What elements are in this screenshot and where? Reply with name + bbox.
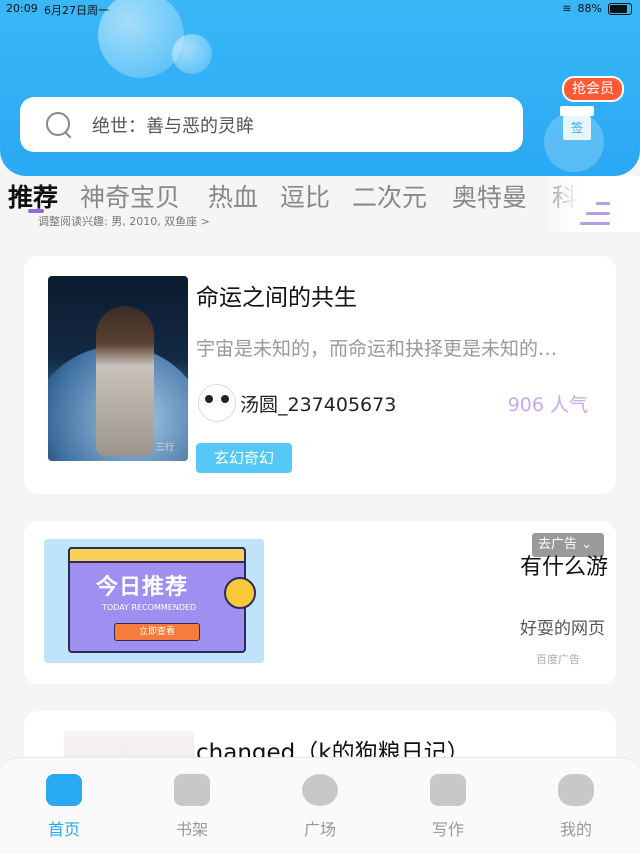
planet-icon [302, 774, 338, 806]
ad-headline: 有什么游 [520, 555, 609, 580]
ad-card[interactable]: 今日推荐 TODAY RECOMMENDED 立即查看 [24, 521, 616, 684]
nav-profile[interactable]: 我的 [536, 774, 616, 840]
checkin-label: 签 [563, 116, 591, 140]
ad-source: 百度广告 [536, 653, 580, 666]
nav-label: 广场 [303, 820, 336, 839]
category-tabs: 推荐 神奇宝贝 热血 逗比 二次元 奥特曼 科幻 冬 [0, 178, 640, 214]
decor-bubble-small [172, 34, 212, 74]
status-date: 6月27日周一 [44, 4, 109, 17]
ad-image-subtitle: TODAY RECOMMENDED [102, 603, 197, 612]
book-title: 命运之间的共生 [196, 285, 357, 311]
ad-image-title: 今日推荐 [96, 575, 189, 600]
nav-label: 写作 [431, 820, 464, 839]
author-avatar [198, 384, 236, 422]
bookshelf-icon [174, 774, 210, 806]
nav-square[interactable]: 广场 [280, 774, 360, 840]
nav-label: 首页 [47, 820, 80, 839]
vip-badge[interactable]: 抢会员 [562, 76, 624, 102]
book-cover: 三行 [48, 276, 188, 461]
ad-description: 好耍的网页 [520, 619, 605, 639]
nav-home[interactable]: 首页 [24, 774, 104, 840]
nav-label: 我的 [559, 820, 592, 839]
status-right: ≋ 88% [562, 2, 632, 15]
tab-funny[interactable]: 逗比 [280, 178, 330, 214]
book-description: 宇宙是未知的，而命运和抉择更是未知的… [196, 338, 558, 360]
tab-ultraman[interactable]: 奥特曼 [452, 178, 527, 214]
tab-anime[interactable]: 二次元 [352, 178, 427, 214]
category-menu-icon[interactable] [578, 198, 610, 232]
chat-bubble-icon [558, 774, 594, 806]
pen-icon [430, 774, 466, 806]
nav-label: 书架 [175, 820, 208, 839]
home-icon [46, 774, 82, 806]
cover-signature: 三行 [155, 443, 174, 453]
planet-icon [224, 577, 256, 609]
tab-pokemon[interactable]: 神奇宝贝 [80, 178, 180, 214]
book-popularity: 906 人气 [507, 394, 588, 416]
book-author: 汤圆_237405673 [240, 394, 397, 416]
header: 20:09 6月27日周一 ≋ 88% 绝世：善与恶的灵眸 签 抢会员 [0, 0, 640, 176]
tab-hot-blood[interactable]: 热血 [208, 178, 258, 214]
status-bar: 20:09 6月27日周一 ≋ 88% [0, 0, 640, 18]
reading-interest-link[interactable]: 调整阅读兴趣: 男, 2010, 双鱼座 > [38, 213, 210, 229]
status-time: 20:09 [6, 2, 38, 15]
battery-icon [608, 2, 632, 15]
ad-image-button: 立即查看 [114, 623, 200, 641]
search-placeholder: 绝世：善与恶的灵眸 [92, 115, 254, 137]
ad-image: 今日推荐 TODAY RECOMMENDED 立即查看 [44, 539, 264, 663]
gift-icon: 签 [560, 106, 594, 142]
nav-write[interactable]: 写作 [408, 774, 488, 840]
battery-percent: 88% [577, 2, 602, 15]
bottom-nav: 首页 书架 广场 写作 我的 [0, 757, 640, 854]
search-bar[interactable]: 绝世：善与恶的灵眸 [20, 97, 523, 152]
book-card[interactable]: 三行 命运之间的共生 宇宙是未知的，而命运和抉择更是未知的… 汤圆_237405… [24, 256, 616, 494]
search-icon [46, 111, 72, 138]
nav-bookshelf[interactable]: 书架 [152, 774, 232, 840]
wifi-icon: ≋ [562, 2, 572, 15]
book-tag[interactable]: 玄幻奇幻 [196, 443, 292, 473]
